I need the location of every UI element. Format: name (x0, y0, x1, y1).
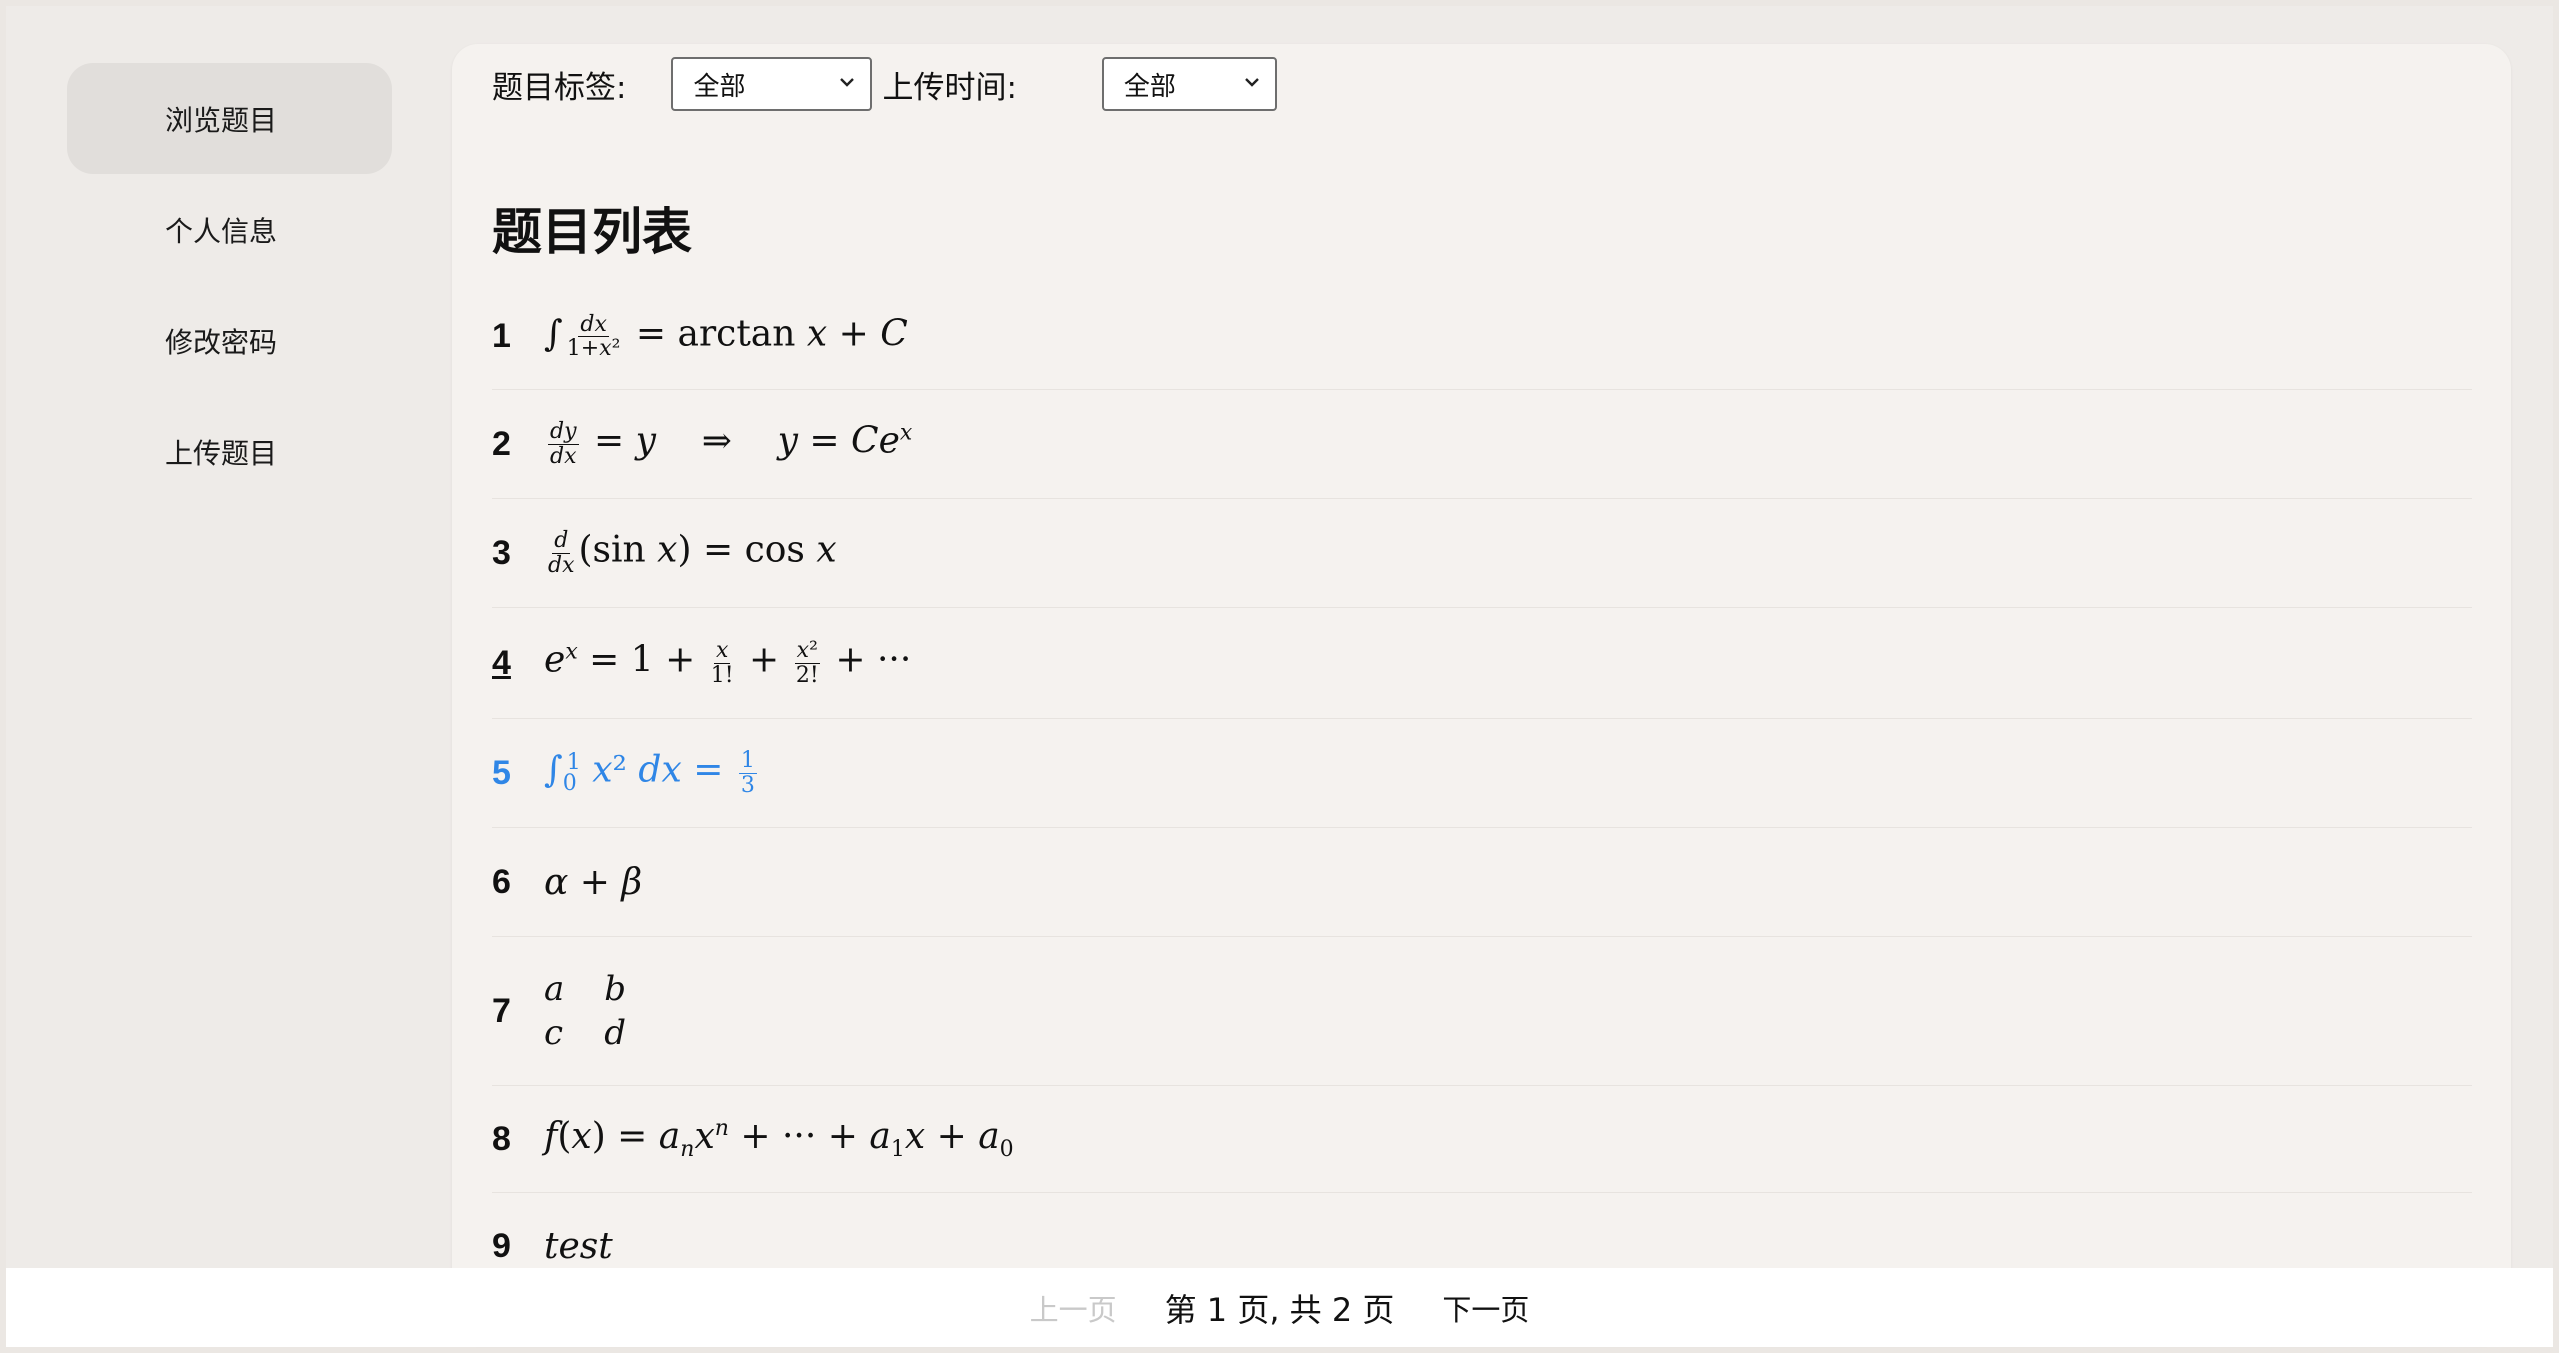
tag-filter-value: 全部 (693, 71, 746, 102)
list-item[interactable]: 1 ∫ dx 1+x² = arctan x + C (492, 284, 2472, 390)
list-item[interactable]: 4 ex = 1 + x 1! + x² 2! + ··· (492, 608, 2472, 719)
tag-filter-select[interactable]: 全部 (671, 57, 873, 111)
time-filter-label: 上传时间: (882, 69, 1017, 106)
next-page-button[interactable]: 下一页 (1442, 1287, 1529, 1329)
problem-list-card: 题目标签: 全部 上传时间: 全部 题目列表 1 ∫ dx 1+x² = arcta… (452, 44, 2511, 1344)
list-item[interactable]: 3 d dx (sin x) = cos x (492, 499, 2472, 608)
time-filter-select[interactable]: 全部 (1101, 57, 1277, 111)
sidebar: 浏览题目 个人信息 修改密码 上传题目 (67, 63, 392, 507)
sidebar-item-label: 上传题目 (165, 436, 278, 470)
pagination-bar: 上一页 第 1 页, 共 2 页 下一页 (6, 1268, 2553, 1347)
time-filter-value: 全部 (1123, 71, 1176, 102)
list-item[interactable]: 7 abcd (492, 937, 2472, 1086)
problem-number: 9 (492, 1226, 511, 1265)
sidebar-item-upload-problem[interactable]: 上传题目 (67, 396, 392, 507)
problem-formula: α + β (544, 861, 643, 903)
sidebar-item-label: 个人信息 (165, 214, 278, 248)
problem-formula: f(x) = anxn + ··· + a1x + a0 (544, 1115, 1014, 1163)
chevron-down-icon (840, 78, 855, 87)
problem-formula: abcd (544, 969, 627, 1053)
chevron-down-icon (1245, 78, 1259, 87)
problem-formula: ∫01 x² dx = 13 (544, 748, 757, 798)
list-item[interactable]: 6 α + β (492, 828, 2472, 937)
sidebar-item-personal-info[interactable]: 个人信息 (67, 174, 392, 285)
problem-formula: ex = 1 + x 1! + x² 2! + ··· (544, 638, 912, 688)
problem-number: 6 (492, 862, 511, 901)
sidebar-item-label: 修改密码 (165, 325, 278, 359)
problem-number: 4 (492, 643, 511, 682)
problem-number: 7 (492, 991, 511, 1030)
filter-bar: 题目标签: 全部 上传时间: 全部 (492, 54, 1287, 114)
sidebar-item-label: 浏览题目 (165, 103, 278, 137)
problem-formula: ∫ dx 1+x² = arctan x + C (544, 311, 908, 361)
list-item[interactable]: 5 ∫01 x² dx = 13 (492, 719, 2472, 828)
list-item[interactable]: 8 f(x) = anxn + ··· + a1x + a0 (492, 1086, 2472, 1193)
problem-number: 1 (492, 317, 511, 355)
problem-formula: dy dx = y ⇒ y = Cex (548, 419, 913, 469)
problem-number: 3 (492, 533, 511, 572)
problem-number: 2 (492, 424, 511, 463)
sidebar-item-browse-problems[interactable]: 浏览题目 (67, 63, 392, 174)
problem-formula: d dx (sin x) = cos x (548, 528, 837, 578)
tag-filter-label: 题目标签: (492, 69, 627, 106)
prev-page-button[interactable]: 上一页 (1030, 1287, 1117, 1329)
problem-number: 8 (492, 1119, 511, 1158)
problem-list: 1 ∫ dx 1+x² = arctan x + C 2 dy dx = y ⇒ y … (492, 284, 2472, 1300)
list-item[interactable]: 2 dy dx = y ⇒ y = Cex (492, 390, 2472, 499)
problem-formula: test (544, 1225, 613, 1267)
page-status: 第 1 页, 共 2 页 (1164, 1290, 1395, 1329)
sidebar-item-change-password[interactable]: 修改密码 (67, 285, 392, 396)
page-title: 题目列表 (492, 203, 692, 261)
problem-number: 5 (492, 753, 511, 792)
